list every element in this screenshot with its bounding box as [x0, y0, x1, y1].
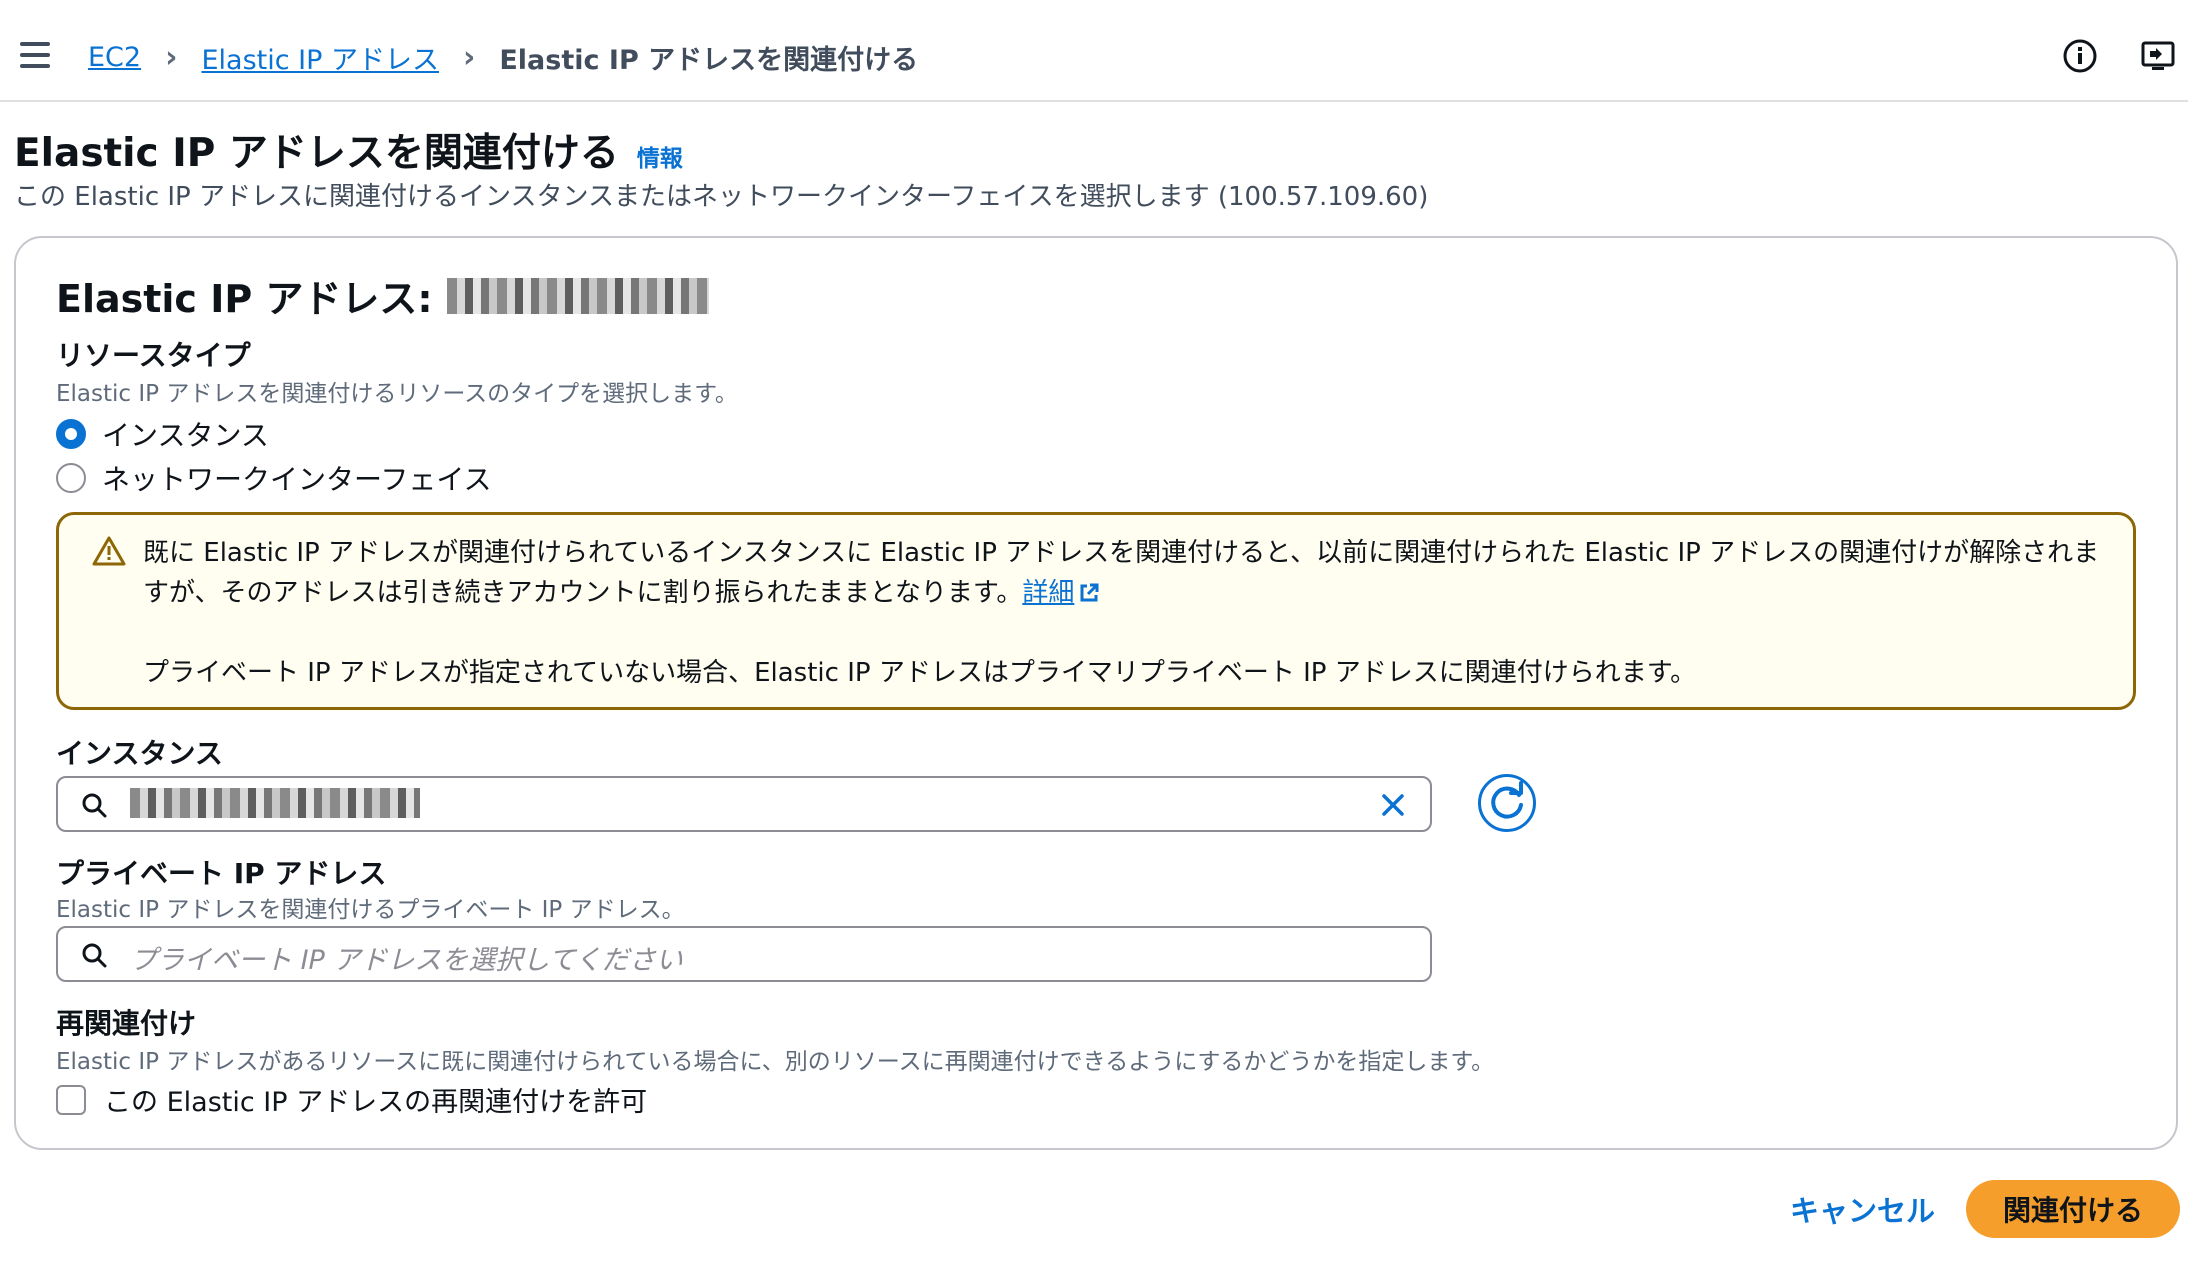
radio-checked-icon[interactable] — [56, 419, 86, 449]
redacted-instance-value — [130, 788, 420, 818]
screen-feedback-icon[interactable] — [2140, 38, 2176, 74]
search-icon — [82, 943, 107, 968]
associate-button[interactable]: 関連付ける — [1966, 1180, 2180, 1238]
radio-instance[interactable]: インスタンス — [56, 414, 269, 454]
reassociation-description: Elastic IP アドレスがあるリソースに既に関連付けられている場合に、別の… — [56, 1049, 1495, 1075]
radio-unchecked-icon[interactable] — [56, 463, 86, 493]
top-navigation-bar: EC2 › Elastic IP アドレス › Elastic IP アドレスを… — [0, 0, 2188, 102]
warning-alert: 既に Elastic IP アドレスが関連付けられているインスタンスに Elas… — [56, 512, 2136, 710]
warning-alert-line2: プライベート IP アドレスが指定されていない場合、Elastic IP アドレ… — [143, 658, 1697, 688]
page-header: Elastic IP アドレスを関連付ける 情報 — [14, 122, 683, 178]
breadcrumb-chevron-icon: › — [165, 40, 178, 75]
redacted-ip-address — [446, 277, 709, 314]
breadcrumb-current: Elastic IP アドレスを関連付ける — [499, 45, 919, 76]
search-icon — [82, 793, 107, 818]
info-link[interactable]: 情報 — [637, 139, 683, 173]
breadcrumb-chevron-icon: › — [462, 40, 476, 75]
learn-more-link[interactable]: 詳細 — [1022, 578, 1074, 608]
card-title: Elastic IP アドレス: — [56, 277, 433, 321]
cancel-button[interactable]: キャンセル — [1790, 1188, 1935, 1230]
info-circle-icon[interactable] — [2062, 38, 2098, 74]
private-ip-search-input[interactable]: プライベート IP アドレスを選択してください — [56, 926, 1432, 982]
radio-network-interface-label: ネットワークインターフェイス — [102, 463, 492, 496]
refresh-button[interactable] — [1478, 774, 1536, 832]
reassociation-label: 再関連付け — [56, 1007, 197, 1040]
warning-alert-text: 既に Elastic IP アドレスが関連付けられているインスタンスに Elas… — [143, 533, 2103, 693]
private-ip-placeholder: プライベート IP アドレスを選択してください — [130, 945, 683, 976]
page-description: この Elastic IP アドレスに関連付けるインスタンスまたはネットワークイ… — [14, 182, 1429, 212]
radio-instance-label: インスタンス — [102, 419, 269, 452]
breadcrumb: EC2 › Elastic IP アドレス › Elastic IP アドレスを… — [88, 38, 918, 77]
checkbox-unchecked-icon[interactable] — [56, 1084, 86, 1115]
clear-icon[interactable] — [1380, 792, 1406, 818]
card-header: Elastic IP アドレス: — [56, 268, 709, 323]
page-title: Elastic IP アドレスを関連付ける — [14, 131, 619, 176]
allow-reassociation-checkbox[interactable]: この Elastic IP アドレスの再関連付けを許可 — [56, 1080, 647, 1119]
refresh-icon — [1491, 781, 1523, 819]
radio-network-interface[interactable]: ネットワークインターフェイス — [56, 458, 491, 498]
hamburger-menu-icon[interactable] — [20, 42, 50, 68]
instance-search-input[interactable] — [56, 776, 1432, 832]
resource-type-description: Elastic IP アドレスを関連付けるリソースのタイプを選択します。 — [56, 381, 738, 407]
resource-type-label: リソースタイプ — [56, 339, 251, 372]
warning-triangle-icon — [92, 536, 126, 566]
external-link-icon[interactable] — [1078, 582, 1100, 604]
private-ip-label: プライベート IP アドレス — [56, 857, 387, 890]
warning-alert-line1: 既に Elastic IP アドレスが関連付けられているインスタンスに Elas… — [143, 538, 2100, 608]
allow-reassociation-label: この Elastic IP アドレスの再関連付けを許可 — [104, 1087, 648, 1118]
breadcrumb-elastic-ip-link[interactable]: Elastic IP アドレス — [201, 38, 439, 77]
breadcrumb-ec2-link[interactable]: EC2 — [88, 42, 141, 73]
private-ip-description: Elastic IP アドレスを関連付けるプライベート IP アドレス。 — [56, 897, 685, 923]
instance-label: インスタンス — [56, 737, 223, 770]
association-form-card: Elastic IP アドレス: リソースタイプ Elastic IP アドレス… — [14, 236, 2178, 1150]
